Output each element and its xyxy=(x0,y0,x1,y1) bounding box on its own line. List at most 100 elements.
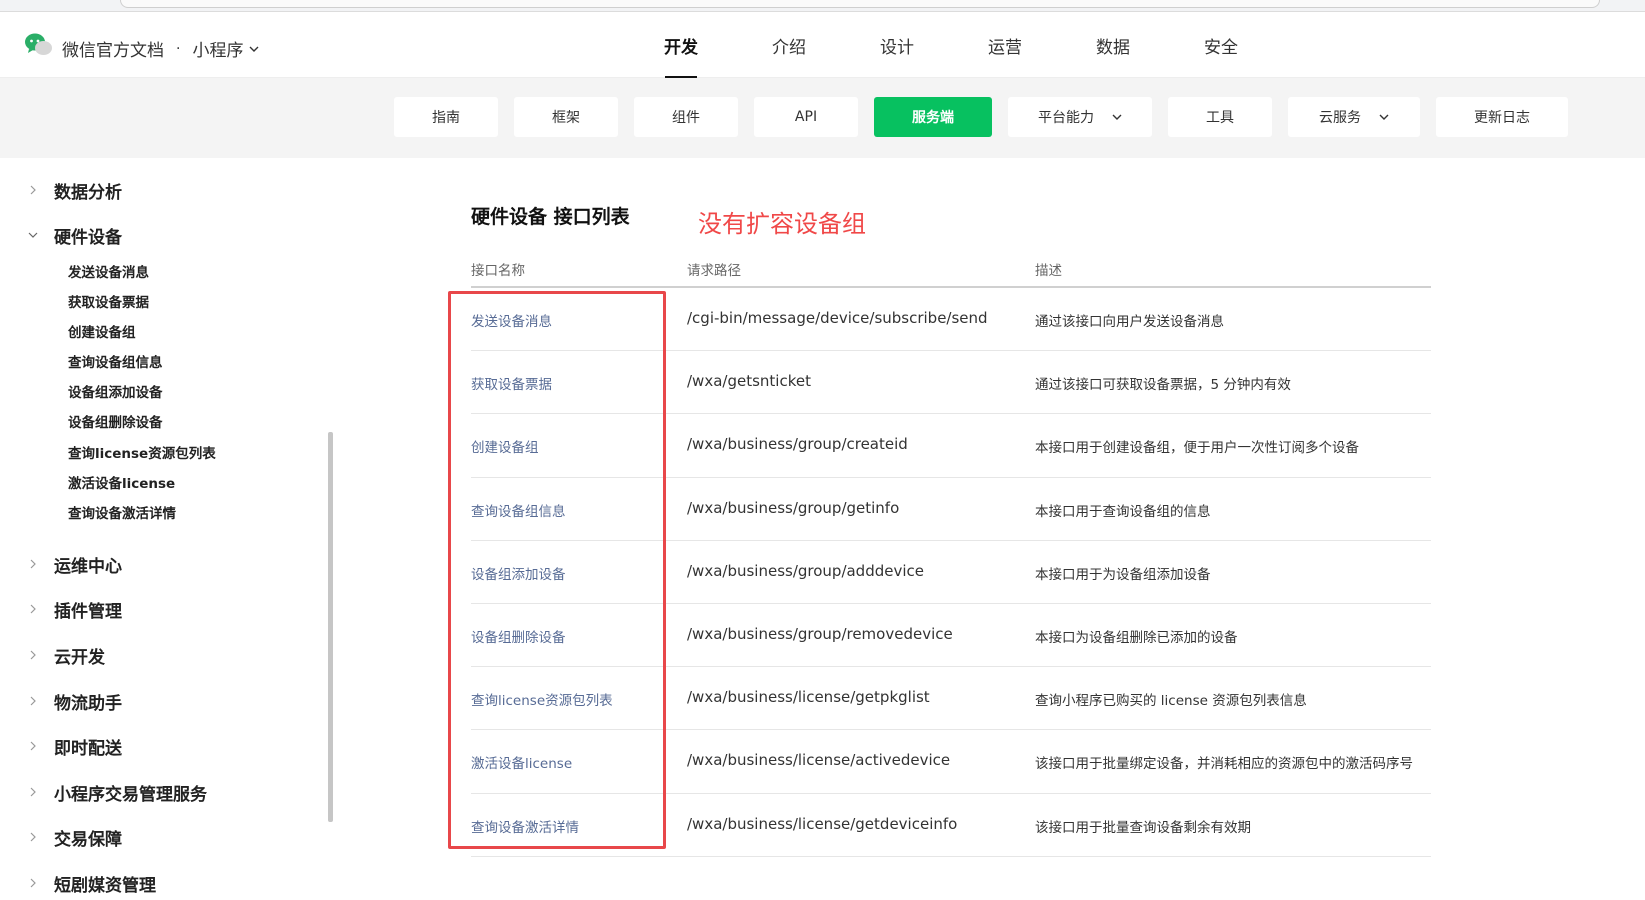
sidebar-group-ops[interactable]: 运维中心 xyxy=(0,547,320,581)
api-desc: 该接口用于批量绑定设备，并消耗相应的资源包中的激活码序号 xyxy=(1035,756,1413,773)
brand-separator: · xyxy=(176,40,181,57)
sidebar-group-hardware[interactable]: 硬件设备 xyxy=(0,218,320,252)
sidebar-group-label: 短剧媒资管理 xyxy=(54,875,156,896)
sidebar-scrollbar[interactable] xyxy=(328,432,333,822)
api-link[interactable]: 设备组添加设备 xyxy=(471,563,566,583)
api-table: 接口名称 请求路径 描述 发送设备消息 /cgi-bin/message/dev… xyxy=(471,250,1431,857)
api-link[interactable]: 激活设备license xyxy=(471,752,572,772)
chevron-right-icon xyxy=(30,832,36,842)
api-path: /cgi-bin/message/device/subscribe/send xyxy=(687,309,988,327)
sidebar-group-label: 硬件设备 xyxy=(54,227,122,248)
api-desc: 本接口用于为设备组添加设备 xyxy=(1035,566,1211,583)
nav-security[interactable]: 安全 xyxy=(1180,12,1288,78)
wechat-logo-icon[interactable] xyxy=(24,32,54,58)
sidebar-item-group-add[interactable]: 设备组添加设备 xyxy=(68,381,163,401)
table-row: 设备组添加设备 /wxa/business/group/adddevice 本接… xyxy=(471,541,1431,604)
sidebar-group-label: 数据分析 xyxy=(54,182,122,203)
sidebar-group-logistics[interactable]: 物流助手 xyxy=(0,684,320,718)
sidebar-group-plugin[interactable]: 插件管理 xyxy=(0,592,320,626)
api-path: /wxa/business/license/activedevice xyxy=(687,751,951,770)
table-row: 激活设备license /wxa/business/license/active… xyxy=(471,730,1431,794)
column-header-path: 请求路径 xyxy=(687,263,741,279)
api-desc: 通过该接口可获取设备票据，5 分钟内有效 xyxy=(1035,377,1291,394)
api-desc: 通过该接口向用户发送设备消息 xyxy=(1035,314,1224,330)
page-title: 硬件设备 接口列表 xyxy=(471,206,630,228)
brand-title[interactable]: 微信官方文档 xyxy=(62,36,164,61)
api-link[interactable]: 查询license资源包列表 xyxy=(471,689,613,709)
chevron-down-icon xyxy=(28,232,38,238)
subnav-tools[interactable]: 工具 xyxy=(1168,97,1272,137)
product-switcher[interactable]: 小程序 xyxy=(192,36,243,61)
sidebar-item-group-remove[interactable]: 设备组删除设备 xyxy=(68,411,163,431)
subnav-server[interactable]: 服务端 xyxy=(874,97,992,137)
subnav-guide[interactable]: 指南 xyxy=(394,97,498,137)
api-path: /wxa/business/group/removedevice xyxy=(687,624,953,643)
column-header-name: 接口名称 xyxy=(471,263,525,279)
nav-data[interactable]: 数据 xyxy=(1072,12,1180,78)
api-desc: 本接口为设备组删除已添加的设备 xyxy=(1035,629,1238,646)
api-desc: 本接口用于查询设备组的信息 xyxy=(1035,503,1211,520)
sidebar-item-send-device-msg[interactable]: 发送设备消息 xyxy=(68,261,149,281)
table-row: 发送设备消息 /cgi-bin/message/device/subscribe… xyxy=(471,288,1431,352)
sidebar-group-trade-mgmt[interactable]: 小程序交易管理服务 xyxy=(0,775,320,809)
sidebar-item-group-info[interactable]: 查询设备组信息 xyxy=(68,351,163,371)
subnav-cloud-label: 云服务 xyxy=(1319,110,1361,126)
chevron-down-icon[interactable] xyxy=(249,44,259,54)
chevron-right-icon xyxy=(30,696,36,706)
chevron-right-icon xyxy=(30,650,36,660)
chevron-right-icon xyxy=(30,185,36,195)
chevron-right-icon xyxy=(30,559,36,569)
subnav: 指南 框架 组件 API 服务端 平台能力 工具 云服务 更新日志 xyxy=(394,97,1568,137)
api-desc: 查询小程序已购买的 license 资源包列表信息 xyxy=(1035,693,1307,710)
table-header: 接口名称 请求路径 描述 xyxy=(471,250,1431,288)
api-path: /wxa/business/license/getpkglist xyxy=(687,688,930,707)
chevron-down-icon xyxy=(1379,114,1389,120)
sidebar-group-label: 运维中心 xyxy=(54,556,122,577)
sidebar-item-activation-detail[interactable]: 查询设备激活详情 xyxy=(68,502,176,522)
subnav-changelog[interactable]: 更新日志 xyxy=(1436,97,1568,137)
sidebar-group-label: 云开发 xyxy=(54,647,105,668)
sidebar-item-license-list[interactable]: 查询license资源包列表 xyxy=(68,442,216,462)
brand[interactable]: 微信官方文档 · 小程序 xyxy=(62,36,259,61)
chevron-right-icon xyxy=(30,787,36,797)
sidebar-group-short-drama[interactable]: 短剧媒资管理 xyxy=(0,866,320,900)
chevron-right-icon xyxy=(30,878,36,888)
sidebar-group-trade-guarantee[interactable]: 交易保障 xyxy=(0,820,320,854)
annotation-text: 没有扩容设备组 xyxy=(698,210,866,238)
api-link[interactable]: 查询设备激活详情 xyxy=(471,816,579,836)
subnav-framework[interactable]: 框架 xyxy=(514,97,618,137)
sidebar-group-label: 插件管理 xyxy=(54,601,122,622)
sidebar-group-label: 小程序交易管理服务 xyxy=(54,784,207,805)
sidebar-group-data-analysis[interactable]: 数据分析 xyxy=(0,173,320,207)
chevron-right-icon xyxy=(30,604,36,614)
api-desc: 该接口用于批量查询设备剩余有效期 xyxy=(1035,819,1251,836)
address-bar-fragment[interactable] xyxy=(120,0,1600,8)
subnav-components[interactable]: 组件 xyxy=(634,97,738,137)
top-header: 微信官方文档 · 小程序 开发 介绍 设计 运营 数据 安全 xyxy=(0,12,1645,78)
subnav-api[interactable]: API xyxy=(754,97,858,137)
api-link[interactable]: 发送设备消息 xyxy=(471,310,552,330)
sidebar-group-cloud-dev[interactable]: 云开发 xyxy=(0,638,320,672)
api-path: /wxa/getsnticket xyxy=(687,372,811,391)
sidebar: 数据分析 硬件设备 发送设备消息 获取设备票据 创建设备组 查询设备组信息 设备… xyxy=(0,158,325,899)
sidebar-item-create-group[interactable]: 创建设备组 xyxy=(68,321,136,341)
api-link[interactable]: 查询设备组信息 xyxy=(471,500,566,520)
nav-intro[interactable]: 介绍 xyxy=(748,12,856,78)
nav-operation[interactable]: 运营 xyxy=(964,12,1072,78)
api-link[interactable]: 设备组删除设备 xyxy=(471,626,566,646)
sidebar-group-delivery[interactable]: 即时配送 xyxy=(0,729,320,763)
api-link[interactable]: 创建设备组 xyxy=(471,436,539,456)
table-row: 查询设备组信息 /wxa/business/group/getinfo 本接口用… xyxy=(471,478,1431,541)
nav-dev[interactable]: 开发 xyxy=(640,12,748,78)
sidebar-item-activate-license[interactable]: 激活设备license xyxy=(68,472,175,492)
subnav-platform[interactable]: 平台能力 xyxy=(1008,97,1152,137)
sidebar-item-get-ticket[interactable]: 获取设备票据 xyxy=(68,291,149,311)
nav-design[interactable]: 设计 xyxy=(856,12,964,78)
api-path: /wxa/business/license/getdeviceinfo xyxy=(687,814,958,833)
table-row: 获取设备票据 /wxa/getsnticket 通过该接口可获取设备票据，5 分… xyxy=(471,351,1431,415)
sidebar-group-label: 物流助手 xyxy=(54,693,122,714)
table-row: 设备组删除设备 /wxa/business/group/removedevice… xyxy=(471,604,1431,668)
subnav-cloud[interactable]: 云服务 xyxy=(1288,97,1420,137)
sidebar-group-label: 交易保障 xyxy=(54,829,122,850)
api-link[interactable]: 获取设备票据 xyxy=(471,373,552,393)
